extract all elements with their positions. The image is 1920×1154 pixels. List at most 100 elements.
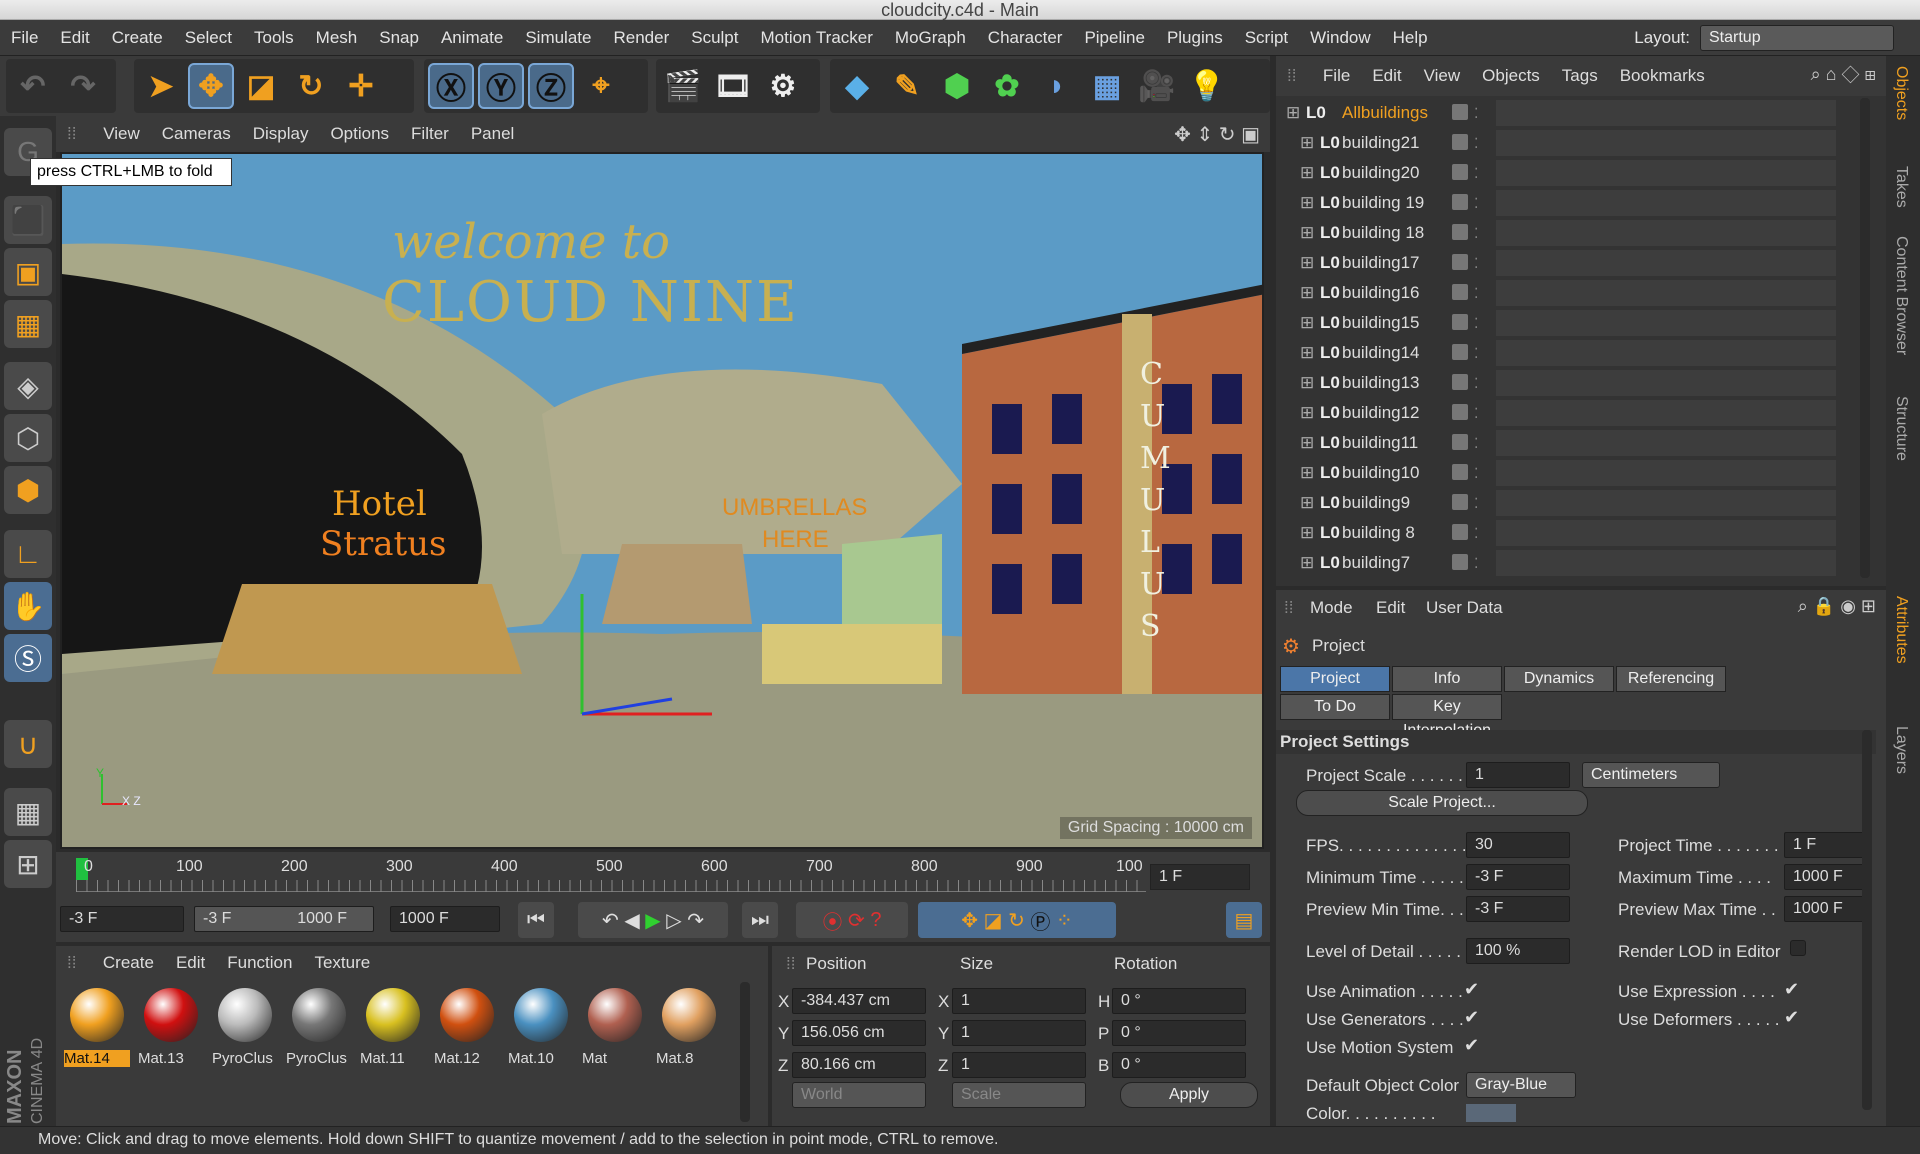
editor-render-dots-icon[interactable]: ⁚ bbox=[1474, 308, 1478, 338]
sidetab-content-browser[interactable]: Content Browser bbox=[1892, 236, 1910, 355]
object-scrollbar[interactable] bbox=[1860, 98, 1870, 578]
object-row[interactable]: ⊞ L0 building17 ⁚ bbox=[1276, 248, 1876, 278]
edges-mode-icon[interactable]: ⬡ bbox=[4, 414, 52, 462]
editor-render-dots-icon[interactable]: ⁚ bbox=[1474, 548, 1478, 578]
material-swatch[interactable]: PyroClus bbox=[286, 984, 352, 1072]
expand-icon[interactable]: ⊞ bbox=[1300, 428, 1314, 458]
floor-icon[interactable]: ▦ bbox=[1084, 63, 1130, 109]
menu-pipeline[interactable]: Pipeline bbox=[1073, 20, 1156, 56]
key-pla-icon[interactable]: ⁘ bbox=[1056, 908, 1073, 933]
object-row[interactable]: ⊞ L0 building13 ⁚ bbox=[1276, 368, 1876, 398]
editor-render-dots-icon[interactable]: ⁚ bbox=[1474, 398, 1478, 428]
object-row[interactable]: ⊞ L0 building 8 ⁚ bbox=[1276, 518, 1876, 548]
go-to-start-icon[interactable]: ⏮ bbox=[518, 902, 554, 938]
expand-icon[interactable]: ⊞ bbox=[1300, 188, 1314, 218]
material-swatch[interactable]: Mat.14 bbox=[64, 984, 130, 1072]
scale-project-button[interactable]: Scale Project... bbox=[1296, 790, 1588, 816]
workplane-icon[interactable]: ▦ bbox=[4, 300, 52, 348]
expand-icon[interactable]: ⊞ bbox=[1300, 248, 1314, 278]
object-row[interactable]: ⊞ L0 building14 ⁚ bbox=[1276, 338, 1876, 368]
mat-menu-edit[interactable]: Edit bbox=[165, 946, 216, 980]
layer-visibility-icon[interactable] bbox=[1452, 554, 1468, 570]
expand-icon[interactable]: ⊞ bbox=[1300, 518, 1314, 548]
editor-render-dots-icon[interactable]: ⁚ bbox=[1474, 368, 1478, 398]
mat-menu-function[interactable]: Function bbox=[216, 946, 303, 980]
object-row[interactable]: ⊞ L0 building16 ⁚ bbox=[1276, 278, 1876, 308]
material-swatch[interactable]: Mat.13 bbox=[138, 984, 204, 1072]
timeline[interactable]: 0 100 200 300 400 500 600 700 800 900 10… bbox=[56, 852, 1270, 898]
next-key-icon[interactable]: ↷ bbox=[687, 908, 704, 933]
render-picture-viewer-icon[interactable]: 🎞 bbox=[710, 63, 756, 109]
vp-menu-filter[interactable]: Filter bbox=[400, 116, 460, 152]
attr-scrollbar[interactable] bbox=[1862, 730, 1872, 1110]
preview-min-field[interactable]: -3 F bbox=[1466, 896, 1570, 922]
menu-window[interactable]: Window bbox=[1299, 20, 1381, 56]
obj-menu-tags[interactable]: Tags bbox=[1551, 56, 1609, 96]
coord-size-field[interactable]: 1 bbox=[952, 1052, 1086, 1078]
menu-mograph[interactable]: MoGraph bbox=[884, 20, 977, 56]
object-row[interactable]: ⊞ L0 building7 ⁚ bbox=[1276, 548, 1876, 578]
undo-icon[interactable]: ↶ bbox=[10, 63, 56, 109]
key-parameter-icon[interactable]: Ⓟ bbox=[1030, 906, 1050, 935]
coord-pos-field[interactable]: -384.437 cm bbox=[792, 988, 926, 1014]
key-position-icon[interactable]: ✥ bbox=[961, 908, 978, 933]
move-tool-icon[interactable]: ✥ bbox=[188, 63, 234, 109]
mat-drag-handle-icon[interactable]: ⁞⁞ bbox=[56, 946, 87, 980]
autokey-icon[interactable]: ⟳ bbox=[848, 908, 865, 933]
menu-file[interactable]: File bbox=[0, 20, 49, 56]
coord-size-field[interactable]: 1 bbox=[952, 1020, 1086, 1046]
editor-render-dots-icon[interactable]: ⁚ bbox=[1474, 158, 1478, 188]
editor-render-dots-icon[interactable]: ⁚ bbox=[1474, 248, 1478, 278]
texture-mode-icon[interactable]: ▣ bbox=[4, 248, 52, 296]
object-row[interactable]: ⊞ L0 building21 ⁚ bbox=[1276, 128, 1876, 158]
layer-visibility-icon[interactable] bbox=[1452, 494, 1468, 510]
layer-visibility-icon[interactable] bbox=[1452, 374, 1468, 390]
menu-sculpt[interactable]: Sculpt bbox=[680, 20, 749, 56]
sidetab-takes[interactable]: Takes bbox=[1892, 166, 1910, 208]
solo-icon[interactable]: Ⓢ bbox=[4, 634, 52, 682]
object-row[interactable]: ⊞ L0 building11 ⁚ bbox=[1276, 428, 1876, 458]
tweak-mode-icon[interactable]: ✋ bbox=[4, 582, 52, 630]
editor-render-dots-icon[interactable]: ⁚ bbox=[1474, 218, 1478, 248]
material-swatch[interactable]: PyroClus bbox=[212, 984, 278, 1072]
menu-animate[interactable]: Animate bbox=[430, 20, 514, 56]
object-row[interactable]: ⊞ L0 Allbuildings ⁚ bbox=[1276, 98, 1876, 128]
tab-dynamics[interactable]: Dynamics bbox=[1504, 666, 1614, 692]
points-mode-icon[interactable]: ◈ bbox=[4, 362, 52, 410]
menu-character[interactable]: Character bbox=[977, 20, 1074, 56]
layer-visibility-icon[interactable] bbox=[1452, 224, 1468, 240]
layer-visibility-icon[interactable] bbox=[1452, 524, 1468, 540]
polygons-mode-icon[interactable]: ⬢ bbox=[4, 466, 52, 514]
obj-menu-bookmarks[interactable]: Bookmarks bbox=[1609, 56, 1716, 96]
coord-pos-field[interactable]: 80.166 cm bbox=[792, 1052, 926, 1078]
expand-icon[interactable]: ⊞ bbox=[1300, 278, 1314, 308]
layer-visibility-icon[interactable] bbox=[1452, 284, 1468, 300]
model-mode-icon[interactable]: ⬛ bbox=[4, 196, 52, 244]
expand-icon[interactable]: ⊞ bbox=[1300, 218, 1314, 248]
3d-viewport[interactable]: welcome to CLOUD NINE Hotel Stratus UMBR… bbox=[60, 152, 1264, 849]
range-slider[interactable]: -3 F 1000 F bbox=[194, 906, 374, 932]
expand-icon[interactable]: ⊞ bbox=[1300, 308, 1314, 338]
expand-icon[interactable]: ⊞ bbox=[1300, 128, 1314, 158]
coord-rot-field[interactable]: 0 ° bbox=[1112, 1052, 1246, 1078]
layer-visibility-icon[interactable] bbox=[1452, 434, 1468, 450]
editor-render-dots-icon[interactable]: ⁚ bbox=[1474, 428, 1478, 458]
attr-menu-edit[interactable]: Edit bbox=[1376, 598, 1405, 618]
tab-project-settings[interactable]: Project Settings bbox=[1280, 666, 1390, 711]
color-swatch[interactable] bbox=[1466, 1104, 1516, 1122]
object-row[interactable]: ⊞ L0 building15 ⁚ bbox=[1276, 308, 1876, 338]
editor-render-dots-icon[interactable]: ⁚ bbox=[1474, 98, 1478, 128]
menu-select[interactable]: Select bbox=[174, 20, 243, 56]
subdivision-icon[interactable]: ⬢ bbox=[934, 63, 980, 109]
next-frame-icon[interactable]: ▷ bbox=[666, 908, 681, 933]
render-view-icon[interactable]: 🎬 bbox=[660, 63, 706, 109]
mat-menu-texture[interactable]: Texture bbox=[303, 946, 381, 980]
x-axis-icon[interactable]: Ⓧ bbox=[428, 63, 474, 109]
attr-menu-userdata[interactable]: User Data bbox=[1426, 598, 1503, 618]
deformer-icon[interactable]: ◗ bbox=[1034, 63, 1080, 109]
end-frame-field[interactable]: 1000 F bbox=[390, 906, 500, 932]
select-arrow-icon[interactable]: ➤ bbox=[138, 63, 184, 109]
attr-drag-handle-icon[interactable]: ⁞⁞ bbox=[1284, 598, 1293, 618]
coord-pos-field[interactable]: 156.056 cm bbox=[792, 1020, 926, 1046]
material-swatch[interactable]: Mat.12 bbox=[434, 984, 500, 1072]
